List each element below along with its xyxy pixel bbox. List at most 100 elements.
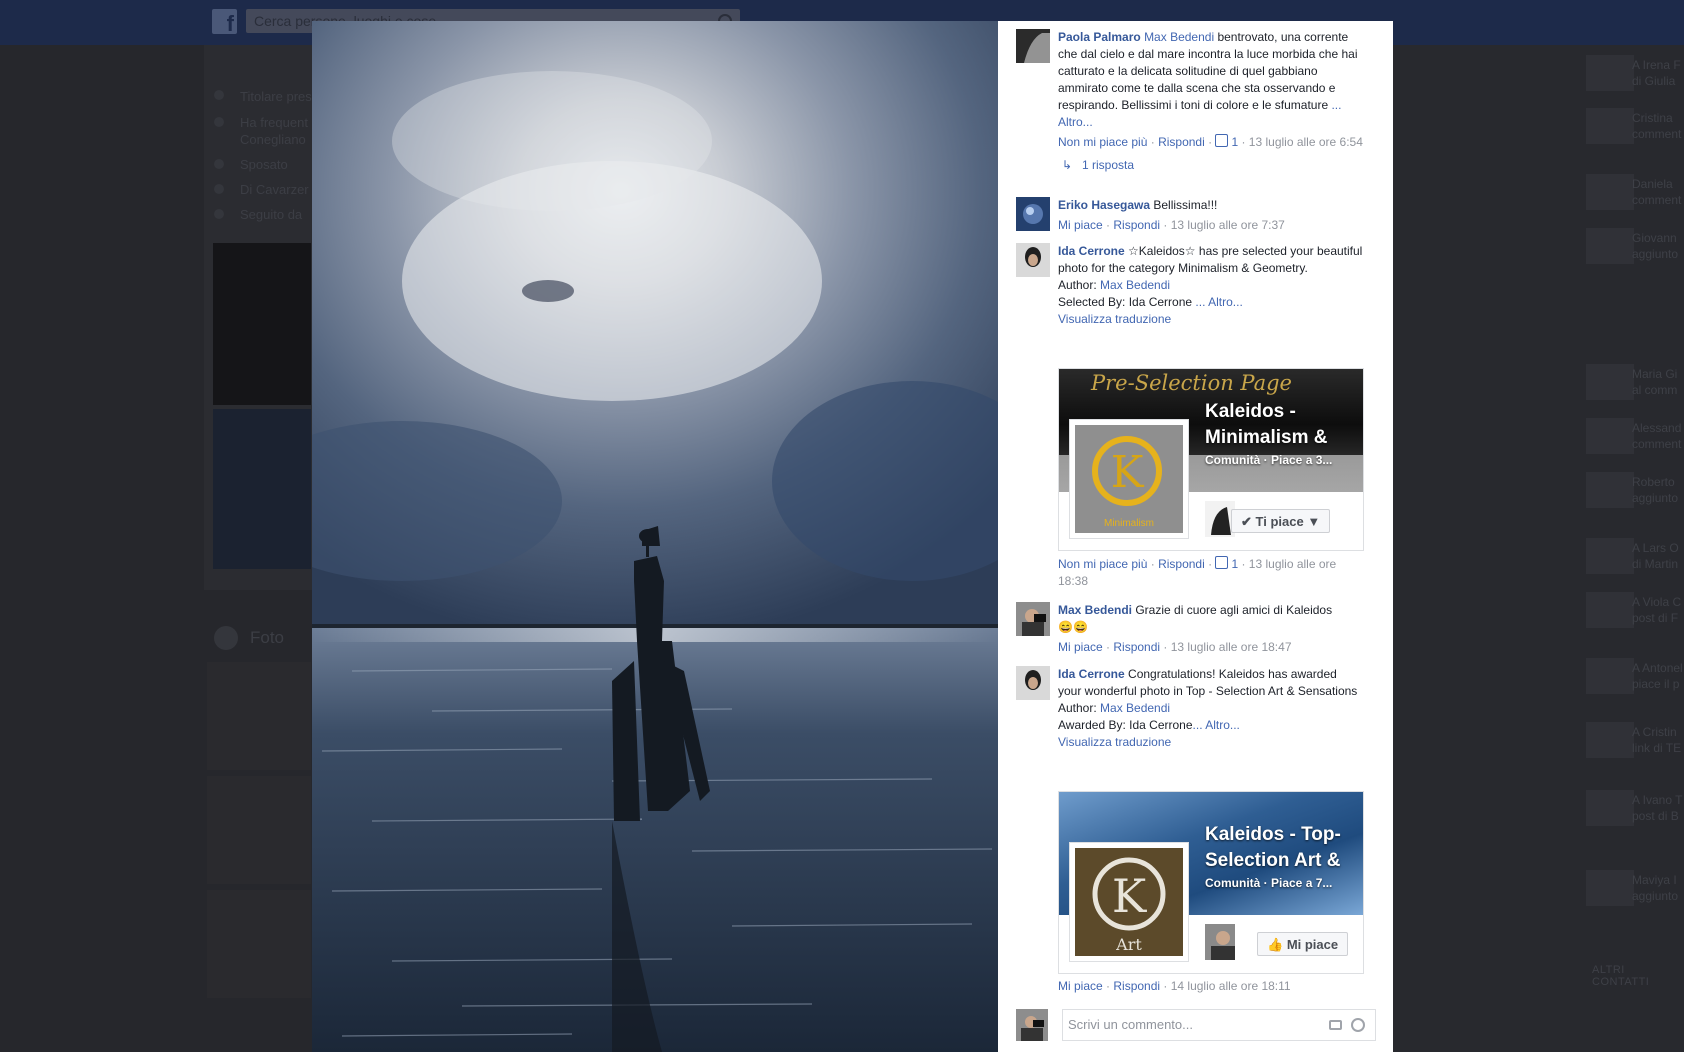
comment-author[interactable]: Eriko Hasegawa	[1058, 198, 1150, 212]
comments-panel: Paola Palmaro Max Bedendi bentrovato, un…	[998, 21, 1393, 1052]
ticker-avatar[interactable]	[1586, 870, 1634, 906]
bg-info-line: Sposato	[240, 157, 288, 172]
reply-button[interactable]: Rispondi	[1113, 979, 1160, 993]
mention-link[interactable]: Max Bedendi	[1144, 30, 1214, 44]
reply-button[interactable]: Rispondi	[1158, 135, 1205, 149]
svg-text:K: K	[1111, 447, 1145, 498]
card-logo[interactable]: K Art	[1069, 842, 1189, 962]
comment-author[interactable]: Ida Cerrone	[1058, 667, 1125, 681]
ticker-item[interactable]: Cristina comment	[1632, 110, 1684, 142]
ticker-avatar[interactable]	[1586, 722, 1634, 758]
heart-icon	[214, 159, 224, 169]
current-user-avatar[interactable]	[1016, 1009, 1048, 1041]
ticker-item[interactable]: Roberto aggiunto	[1632, 474, 1684, 506]
ticker-avatar[interactable]	[1586, 228, 1634, 264]
reply-button[interactable]: Rispondi	[1113, 640, 1160, 654]
page-card[interactable]: Kaleidos - Top-Selection Art & Comunità …	[1058, 791, 1364, 974]
ticker-sub: comment	[1632, 437, 1682, 451]
comment-input[interactable]: Scrivi un commento...	[1062, 1009, 1376, 1041]
more-link[interactable]: ... Altro...	[1195, 295, 1242, 309]
ticker-avatar[interactable]	[1586, 174, 1634, 210]
ticker-name: Roberto	[1632, 475, 1675, 489]
ticker-item[interactable]: A Viola C post di F	[1632, 594, 1684, 626]
bg-info-line: Di Cavarzer	[240, 182, 309, 197]
photo-thumb-dimmed[interactable]	[207, 662, 311, 770]
like-button[interactable]: Mi piace	[1058, 979, 1103, 993]
ticker-name: Maviya I	[1632, 873, 1677, 887]
author-line-link[interactable]: Max Bedendi	[1100, 701, 1170, 715]
ticker-item[interactable]: A Cristin link di TE	[1632, 724, 1684, 756]
like-button[interactable]: Mi piace	[1058, 640, 1103, 654]
ticker-item[interactable]: Giovann aggiunto	[1632, 230, 1684, 262]
ticker-avatar[interactable]	[1586, 418, 1634, 454]
ticker-avatar[interactable]	[1586, 472, 1634, 508]
ticker-avatar[interactable]	[1586, 790, 1634, 826]
photo-viewer-image[interactable]	[312, 21, 998, 1052]
ticker-name: A Lars O	[1632, 541, 1679, 555]
avatar[interactable]	[1016, 197, 1050, 231]
ticker-avatar[interactable]	[1586, 108, 1634, 144]
avatar[interactable]	[1016, 602, 1050, 636]
like-count[interactable]: 1	[1215, 134, 1238, 149]
ticker-item[interactable]: Daniela comment	[1632, 176, 1684, 208]
unlike-button[interactable]: Non mi piace più	[1058, 557, 1147, 571]
ticker-avatar[interactable]	[1586, 364, 1634, 400]
ticker-item[interactable]: A Lars O di Martin	[1632, 540, 1684, 572]
author-line-link[interactable]: Max Bedendi	[1100, 278, 1170, 292]
reply-button[interactable]: Rispondi	[1158, 557, 1205, 571]
mi-piace-button[interactable]: 👍 Mi piace	[1257, 932, 1349, 956]
ticker-item[interactable]: Maviya I aggiunto	[1632, 872, 1684, 904]
replies-link[interactable]: ↳ 1 risposta	[1058, 157, 1363, 174]
ticker-item[interactable]: Maria Gi al comm	[1632, 366, 1684, 398]
ticker-avatar[interactable]	[1586, 592, 1634, 628]
featured-photo-dimmed[interactable]	[213, 409, 311, 569]
emoji-icon[interactable]	[1351, 1018, 1365, 1032]
friend-thumb[interactable]	[1205, 924, 1235, 960]
comment-time[interactable]: 14 luglio alle ore 18:11	[1171, 979, 1291, 993]
ticker-item[interactable]: A Irena F di Giulia	[1632, 57, 1684, 89]
more-link[interactable]: ... Altro...	[1193, 718, 1240, 732]
card-title[interactable]: Kaleidos - Top-Selection Art &	[1205, 822, 1355, 874]
avatar[interactable]	[1016, 243, 1050, 277]
comment-author[interactable]: Max Bedendi	[1058, 603, 1132, 617]
unlike-button[interactable]: Non mi piace più	[1058, 135, 1147, 149]
photo-thumb-dimmed[interactable]	[207, 890, 311, 998]
ticker-item[interactable]: A Ivano T post di B	[1632, 792, 1684, 824]
card-subtitle: Comunità · Piace a 3...	[1205, 453, 1333, 467]
author-line-label: Author:	[1058, 701, 1101, 715]
page-card[interactable]: Pre-Selection Page Kaleidos - Minimalism…	[1058, 368, 1364, 551]
photo-thumb-dimmed[interactable]	[207, 776, 311, 884]
comment-time[interactable]: 13 luglio alle ore 7:37	[1171, 218, 1285, 232]
avatar[interactable]	[1016, 29, 1050, 63]
camera-icon[interactable]	[1329, 1020, 1342, 1030]
card-logo[interactable]: K Minimalism	[1069, 419, 1189, 539]
comment-time[interactable]: 13 luglio alle ore 6:54	[1249, 135, 1363, 149]
ticker-item[interactable]: Alessand comment	[1632, 420, 1684, 452]
translate-link[interactable]: Visualizza traduzione	[1058, 735, 1171, 749]
ti-piace-button[interactable]: ✔ Ti piace ▼	[1231, 509, 1331, 533]
ticker-name: Giovann	[1632, 231, 1677, 245]
avatar[interactable]	[1016, 666, 1050, 700]
featured-photo-dimmed[interactable]	[213, 243, 311, 405]
like-button[interactable]: Mi piace	[1058, 218, 1103, 232]
ticker-avatar[interactable]	[1586, 55, 1634, 91]
comment-time[interactable]: 13 luglio alle ore 18:47	[1171, 640, 1292, 654]
ticker-avatar[interactable]	[1586, 658, 1634, 694]
card-title[interactable]: Kaleidos - Minimalism &	[1205, 399, 1355, 451]
comment-author[interactable]: Paola Palmaro	[1058, 30, 1141, 44]
ticker-name: A Ivano T	[1632, 793, 1683, 807]
foto-section-title: Foto	[250, 628, 285, 647]
rss-icon	[214, 209, 224, 219]
comment-meta: Non mi piace più · Rispondi · 1 · 13 lug…	[1058, 556, 1337, 588]
facebook-logo-icon[interactable]: f	[212, 9, 237, 36]
ticker-avatar[interactable]	[1586, 538, 1634, 574]
thumb-up-icon: 👍	[1267, 937, 1284, 952]
reply-button[interactable]: Rispondi	[1113, 218, 1160, 232]
ticker-name: Cristina	[1632, 111, 1673, 125]
like-count[interactable]: 1	[1215, 556, 1238, 571]
ticker-item[interactable]: A Antonel piace il p	[1632, 660, 1684, 692]
comment-author[interactable]: Ida Cerrone	[1058, 244, 1125, 258]
translate-link[interactable]: Visualizza traduzione	[1058, 312, 1171, 326]
comment-input-placeholder: Scrivi un commento...	[1068, 1017, 1193, 1032]
ticker-sub: comment	[1632, 193, 1682, 207]
